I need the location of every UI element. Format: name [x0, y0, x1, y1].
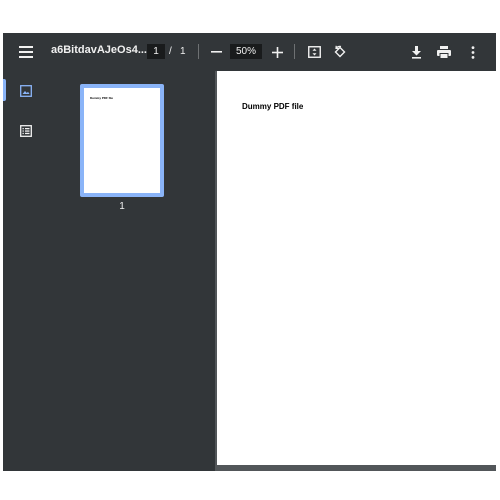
page-number-input[interactable]: 1	[147, 44, 165, 59]
zoom-in-icon[interactable]	[267, 42, 287, 62]
pdf-viewer: a6BitdavAJeOs4... 1 / 1 50% Dummy PDF fi…	[3, 33, 496, 471]
page-text: Dummy PDF file	[242, 102, 304, 111]
page-separator: /	[169, 46, 172, 57]
list-icon[interactable]	[16, 121, 36, 141]
thumbnail-page-number: 1	[119, 201, 125, 212]
page-thumbnail[interactable]: Dummy PDF file	[80, 84, 164, 197]
toolbar: a6BitdavAJeOs4... 1 / 1 50%	[3, 33, 496, 71]
more-vert-icon[interactable]	[463, 42, 483, 62]
download-icon[interactable]	[406, 42, 426, 62]
thumbnail-page: Dummy PDF file	[84, 88, 160, 193]
divider	[294, 44, 295, 59]
zoom-input[interactable]: 50%	[230, 44, 262, 59]
zoom-out-icon[interactable]	[206, 42, 226, 62]
image-icon[interactable]	[16, 81, 36, 101]
page-total: 1	[180, 46, 186, 57]
print-icon[interactable]	[434, 42, 454, 62]
document-area[interactable]: Dummy PDF file	[215, 71, 496, 471]
active-indicator	[3, 79, 6, 101]
sidebar: Dummy PDF file 1	[3, 71, 215, 471]
document-title: a6BitdavAJeOs4...	[51, 44, 147, 56]
thumbnail-page-text: Dummy PDF file	[90, 96, 114, 100]
menu-icon[interactable]	[16, 42, 36, 62]
pdf-page: Dummy PDF file	[217, 71, 496, 465]
divider	[198, 44, 199, 59]
rotate-icon[interactable]	[330, 42, 350, 62]
fit-to-page-icon[interactable]	[304, 42, 324, 62]
